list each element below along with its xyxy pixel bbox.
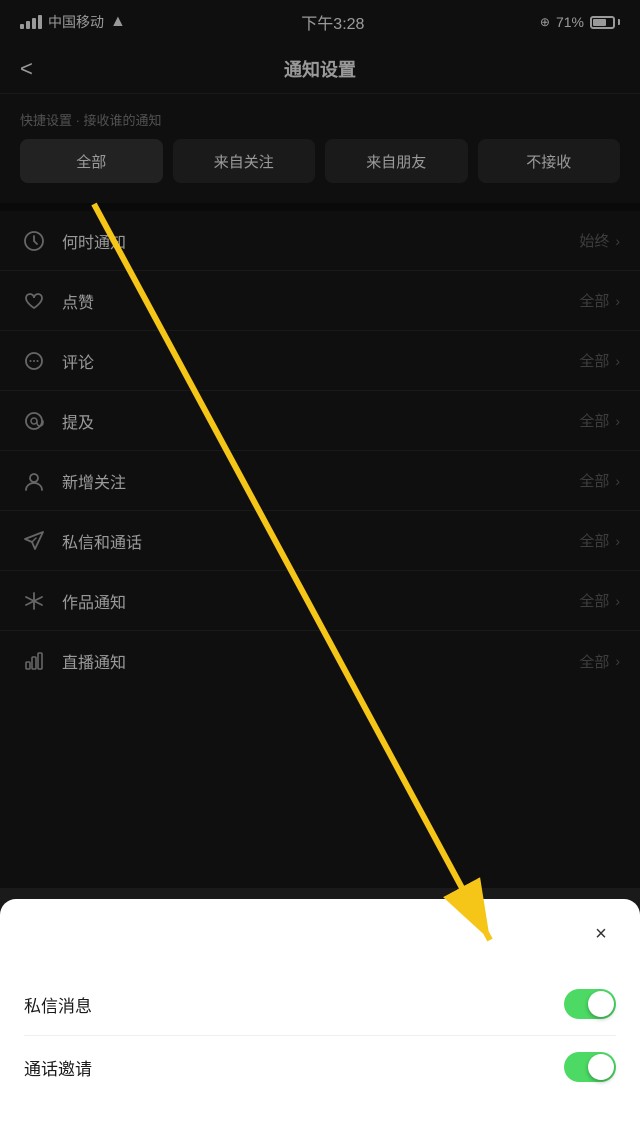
close-button[interactable]: × bbox=[586, 919, 616, 949]
sheet-overlay bbox=[0, 0, 640, 888]
toggle-knob-dm bbox=[588, 991, 614, 1017]
bottom-sheet: × 私信消息 通话邀请 bbox=[0, 899, 640, 1138]
sheet-item-dm-msg: 私信消息 bbox=[24, 973, 616, 1036]
sheet-header: × bbox=[24, 919, 616, 949]
toggle-knob-call bbox=[588, 1054, 614, 1080]
call-invite-label: 通话邀请 bbox=[24, 1055, 92, 1080]
sheet-item-call-invite: 通话邀请 bbox=[24, 1036, 616, 1098]
dm-msg-toggle[interactable] bbox=[564, 989, 616, 1019]
dm-msg-label: 私信消息 bbox=[24, 992, 92, 1017]
call-invite-toggle[interactable] bbox=[564, 1052, 616, 1082]
